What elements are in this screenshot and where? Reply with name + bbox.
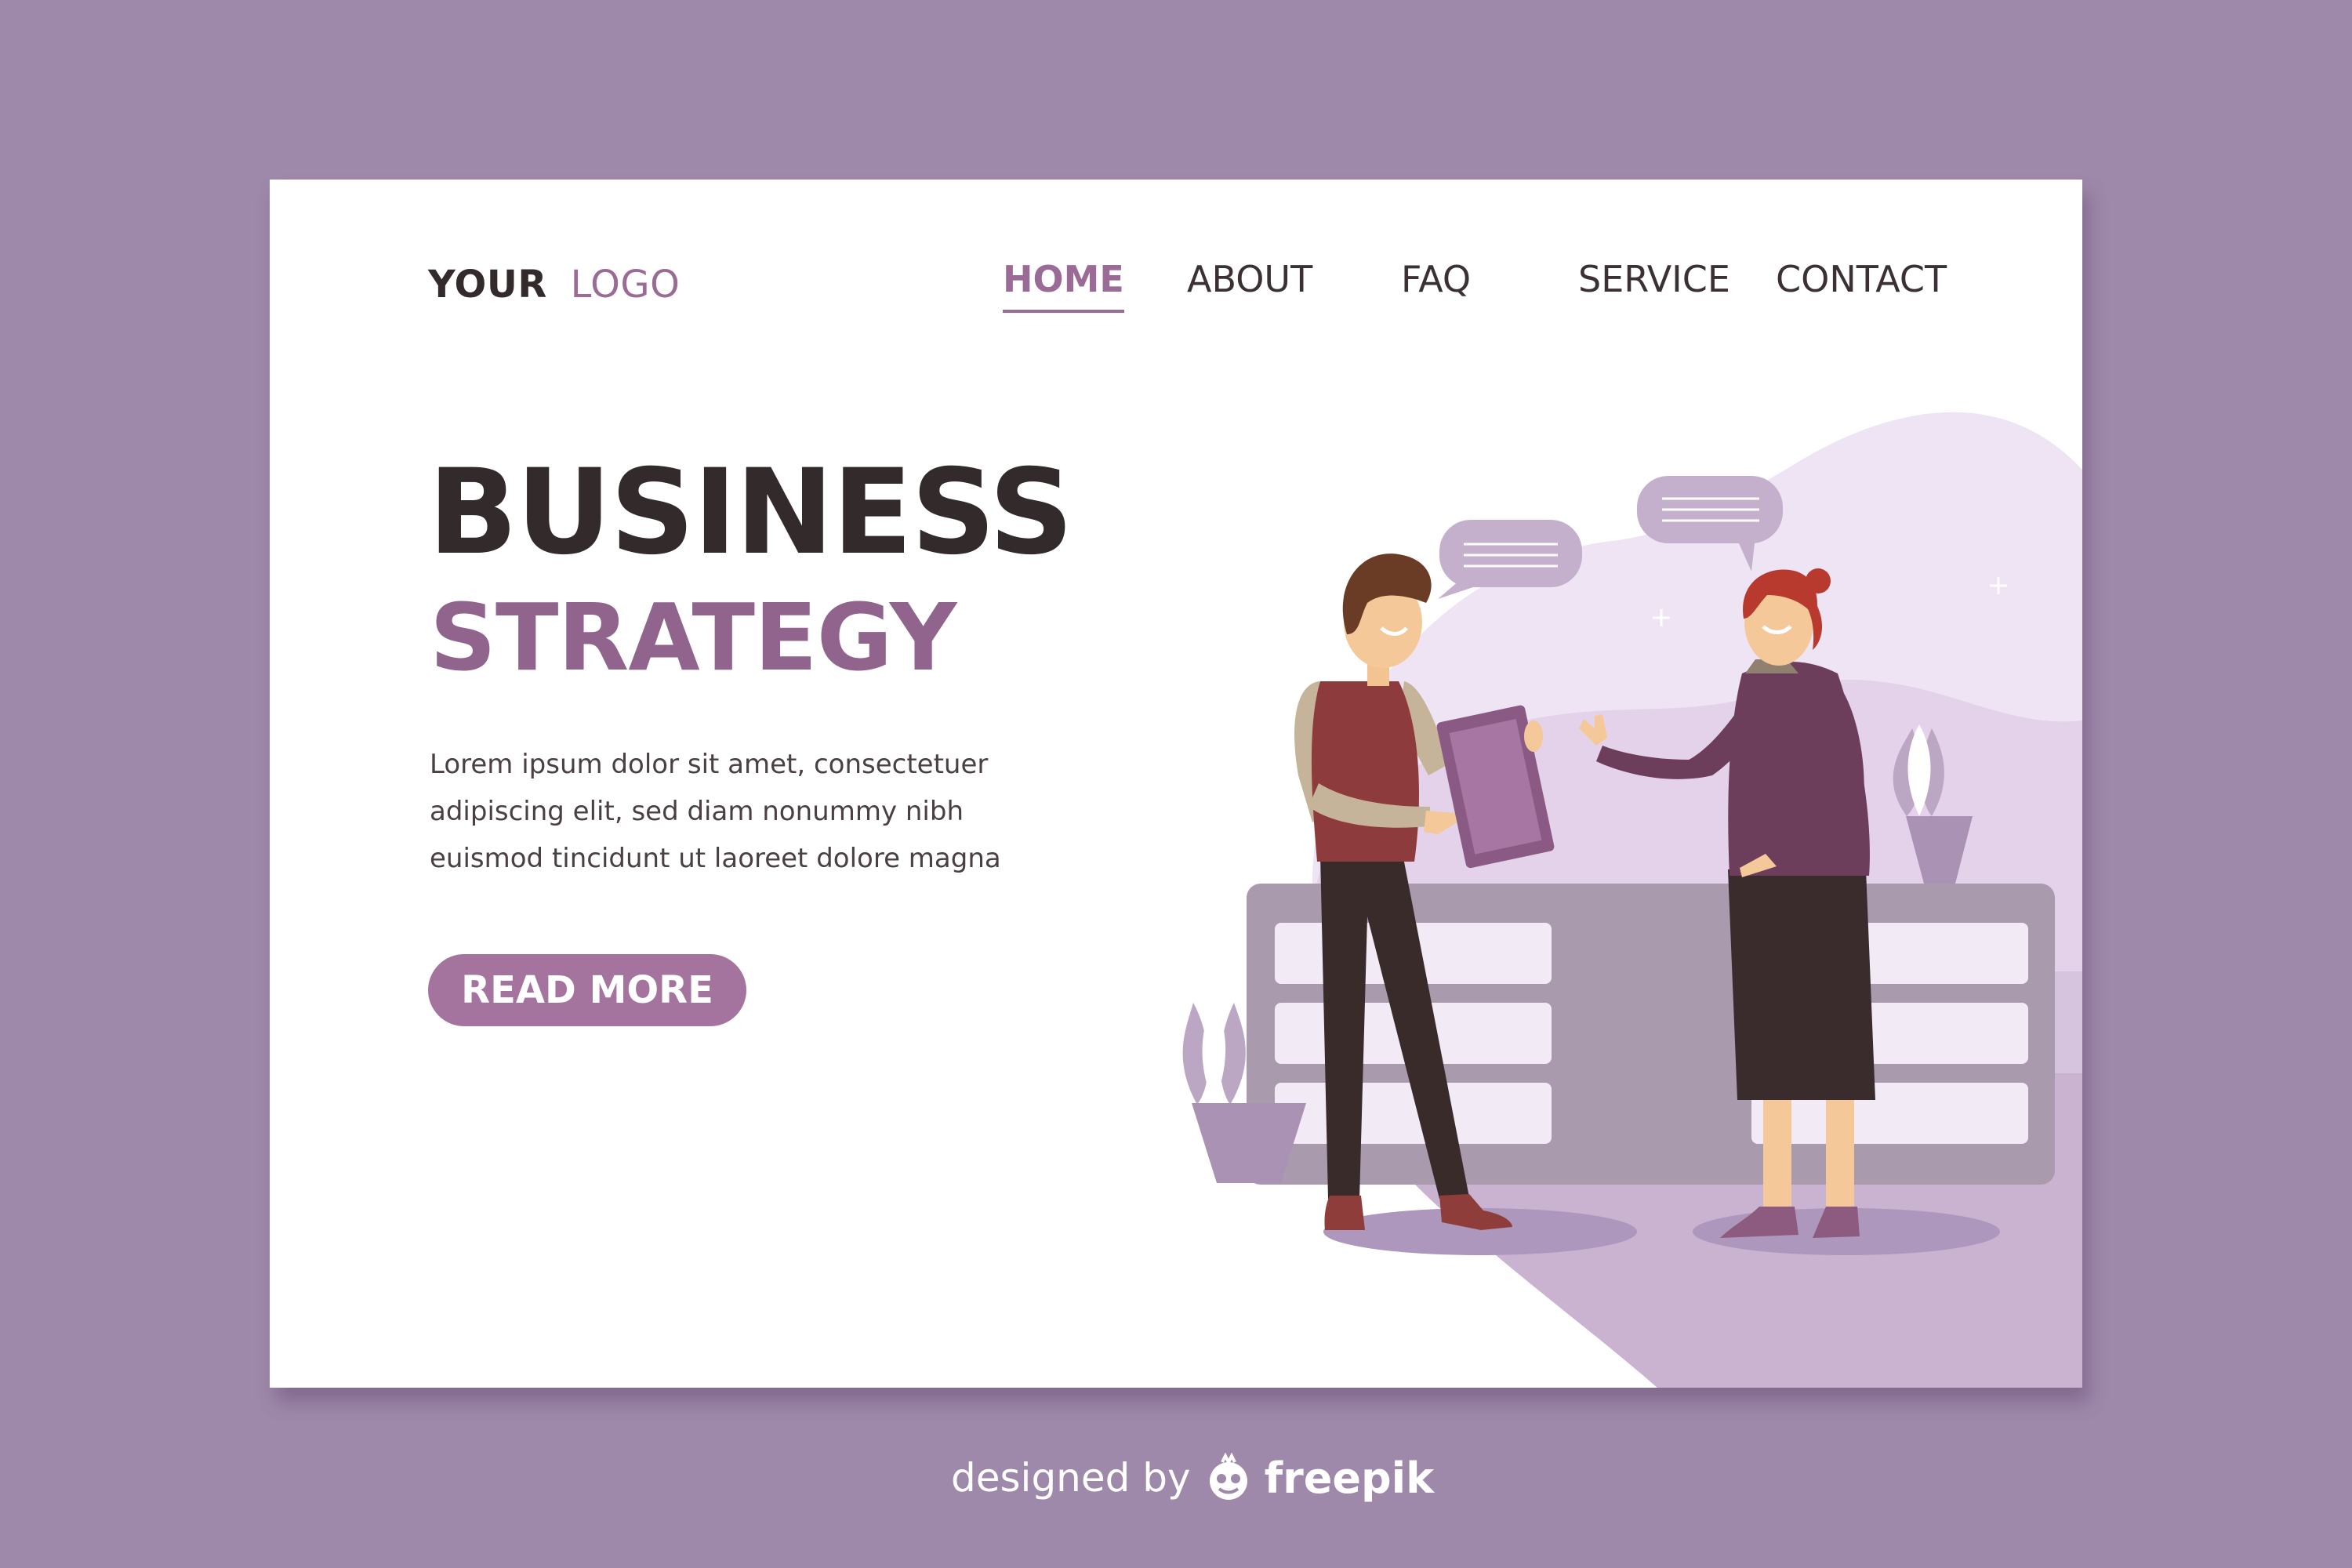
hero-subtitle: STRATEGY xyxy=(430,583,956,691)
hero-title: BUSINESS xyxy=(428,445,1073,581)
nav-contact[interactable]: CONTACT xyxy=(1776,258,1947,300)
logo-bold: YOUR xyxy=(428,263,547,307)
read-more-button[interactable]: READ MORE xyxy=(428,954,746,1026)
nav-home[interactable]: HOME xyxy=(1003,258,1124,313)
attribution[interactable]: designed by freepik xyxy=(951,1446,1434,1509)
nav-faq[interactable]: FAQ xyxy=(1401,258,1471,300)
nav-home-label: HOME xyxy=(1003,258,1124,300)
attribution-prefix: designed by xyxy=(951,1455,1191,1501)
read-more-label: READ MORE xyxy=(461,968,713,1012)
nav-service[interactable]: SERVICE xyxy=(1578,258,1730,300)
active-underline xyxy=(1003,310,1124,313)
attribution-brand: freepik xyxy=(1264,1453,1435,1503)
freepik-icon xyxy=(1209,1453,1247,1500)
hero-description: Lorem ipsum dolor sit amet, consectetuer… xyxy=(430,749,1001,874)
landing-card: YOUR LOGO HOME ABOUT FAQ SERVICE CONTACT… xyxy=(270,180,2082,1388)
nav-about-label: ABOUT xyxy=(1187,258,1313,300)
logo-light: LOGO xyxy=(570,263,681,307)
nav-about[interactable]: ABOUT xyxy=(1187,258,1312,300)
main-nav: HOME ABOUT FAQ SERVICE CONTACT xyxy=(1003,258,1994,321)
nav-faq-label: FAQ xyxy=(1401,258,1472,300)
nav-service-label: SERVICE xyxy=(1578,258,1730,300)
logo[interactable]: YOUR LOGO xyxy=(428,263,680,307)
nav-contact-label: CONTACT xyxy=(1776,258,1947,300)
